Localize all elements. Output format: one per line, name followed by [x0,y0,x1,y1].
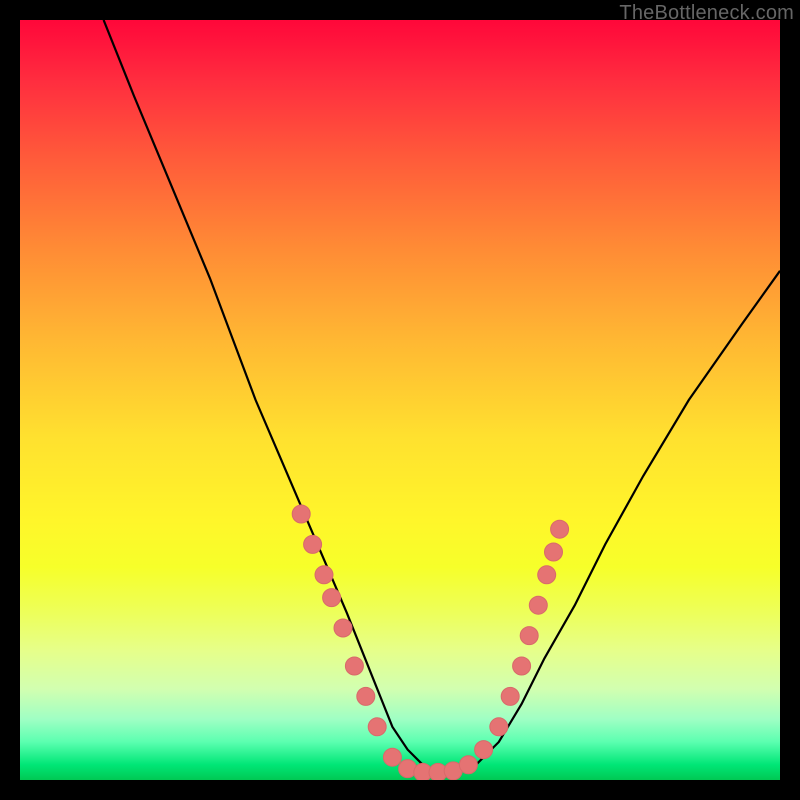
bottleneck-curve-path [104,20,780,772]
curve-marker [357,687,375,705]
curve-marker [459,756,477,774]
curve-marker [315,566,333,584]
curve-marker [520,627,538,645]
curve-marker [304,535,322,553]
curve-marker [345,657,363,675]
chart-frame: TheBottleneck.com [0,0,800,800]
curve-marker [323,589,341,607]
curve-marker [475,741,493,759]
curve-marker [501,687,519,705]
curve-marker [529,596,547,614]
curve-marker [292,505,310,523]
curve-marker [490,718,508,736]
curve-marker [538,566,556,584]
curve-markers [292,505,568,780]
plot-area [20,20,780,780]
curve-marker [551,520,569,538]
watermark-text: TheBottleneck.com [619,2,794,25]
bottleneck-curve-svg [20,20,780,780]
curve-marker [334,619,352,637]
curve-marker [368,718,386,736]
curve-marker [513,657,531,675]
curve-marker [545,543,563,561]
curve-marker [383,748,401,766]
